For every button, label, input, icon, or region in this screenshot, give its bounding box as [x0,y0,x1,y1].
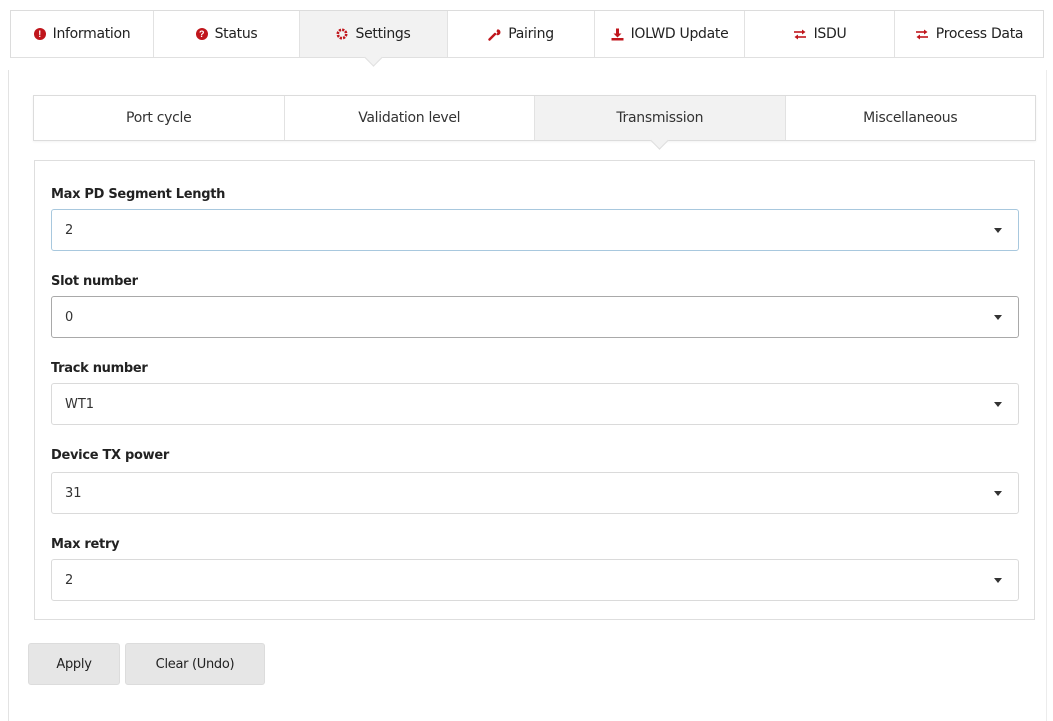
clear-undo-button[interactable]: Clear (Undo) [125,643,265,685]
caret-down-icon [994,228,1002,233]
main-tab-bar: ! Information ? Status Settings Pairing … [10,10,1044,58]
apply-button[interactable]: Apply [28,643,120,685]
slot-number-label: Slot number [51,274,138,289]
exchange-icon [915,29,929,40]
caret-down-icon [994,315,1002,320]
device-tx-power-select[interactable]: 31 [51,472,1019,514]
slot-number-select[interactable]: 0 [51,296,1019,338]
right-divider [1046,70,1047,721]
tab-label: Information [52,26,131,42]
device-tx-power-label: Device TX power [51,448,169,463]
max-retry-select[interactable]: 2 [51,559,1019,601]
caret-down-icon [994,491,1002,496]
select-value: WT1 [65,396,95,412]
tab-label: Status [214,26,258,42]
select-value: 2 [65,572,74,588]
info-circle-icon: ! [33,28,46,40]
transmission-form-panel: Max PD Segment Length 2 Slot number 0 Tr… [34,160,1035,620]
tab-settings[interactable]: Settings [300,11,448,57]
tab-label: Settings [355,26,411,42]
caret-down-icon [994,578,1002,583]
select-value: 31 [65,485,82,501]
subtab-transmission[interactable]: Transmission [535,96,786,140]
tab-information[interactable]: ! Information [11,11,154,57]
tab-isdu[interactable]: ISDU [745,11,895,57]
settings-sub-tab-bar: Port cycle Validation level Transmission… [33,95,1036,141]
subtab-validation-level[interactable]: Validation level [285,96,535,140]
subtab-port-cycle[interactable]: Port cycle [34,96,285,140]
caret-down-icon [994,402,1002,407]
tab-label: Process Data [935,26,1024,42]
select-value: 0 [65,309,74,325]
tab-status[interactable]: ? Status [154,11,300,57]
tab-label: Pairing [508,26,554,42]
max-retry-label: Max retry [51,537,120,552]
subtab-miscellaneous[interactable]: Miscellaneous [786,96,1036,140]
download-icon [611,28,624,41]
gear-icon [336,28,348,40]
tab-pairing[interactable]: Pairing [448,11,595,57]
question-circle-icon: ? [195,28,208,40]
max-pd-segment-length-select[interactable]: 2 [51,209,1019,251]
tab-iolwd-update[interactable]: IOLWD Update [595,11,745,57]
left-divider [8,70,9,721]
tab-label: ISDU [813,26,847,42]
tab-label: IOLWD Update [630,26,729,42]
tab-process-data[interactable]: Process Data [895,11,1043,57]
track-number-select[interactable]: WT1 [51,383,1019,425]
exchange-icon [793,29,807,40]
max-pd-segment-length-label: Max PD Segment Length [51,187,226,202]
settings-page: ! Information ? Status Settings Pairing … [0,0,1053,721]
wrench-icon [488,28,501,41]
track-number-label: Track number [51,361,148,376]
select-value: 2 [65,222,74,238]
